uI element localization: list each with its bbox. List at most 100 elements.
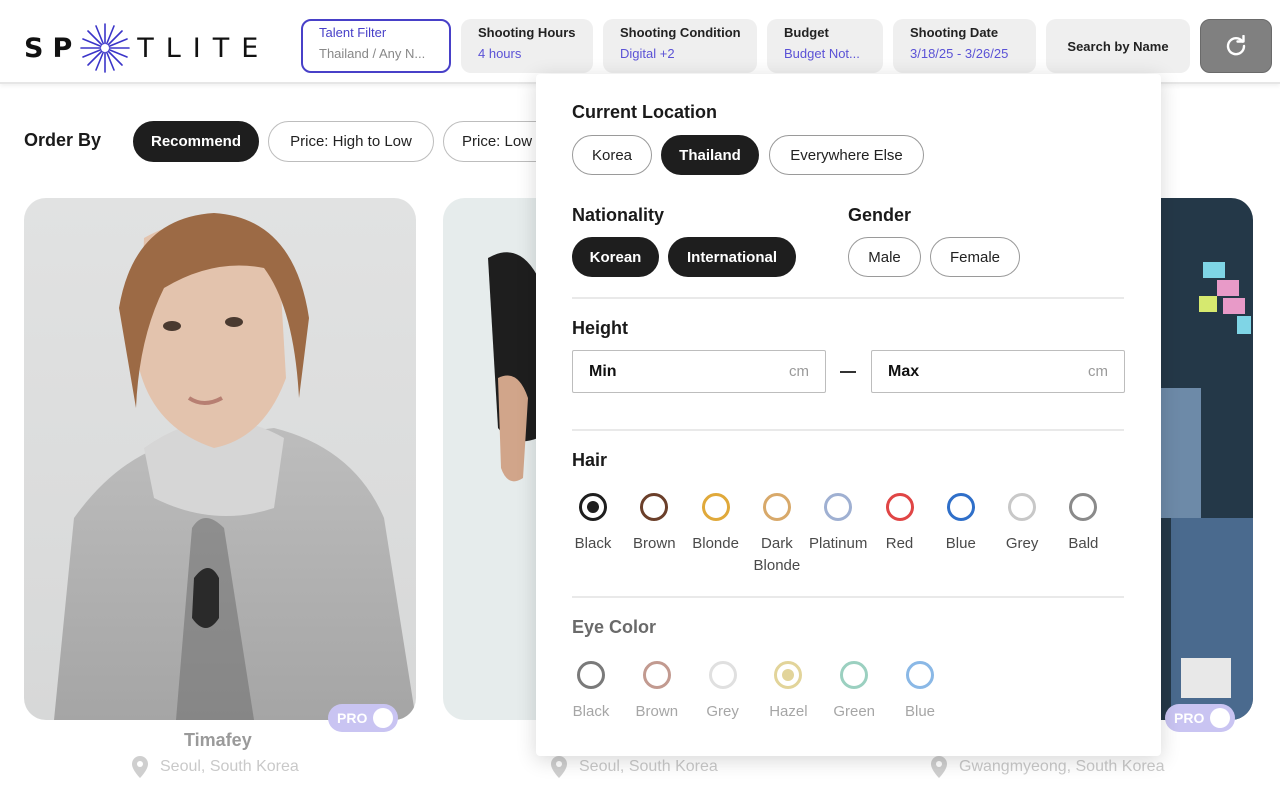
color-swatch-label: Brown (633, 535, 676, 552)
location-everywhere-else-chip[interactable]: Everywhere Else (769, 135, 924, 175)
divider (572, 297, 1124, 299)
hair-title: Hair (572, 450, 608, 470)
filter-value: 4 hours (478, 46, 522, 61)
filter-title: Shooting Hours (478, 25, 576, 40)
nationality-international-chip[interactable]: International (668, 237, 796, 277)
color-swatch-label: Brown (635, 703, 679, 720)
divider (572, 429, 1124, 431)
sun-burst-logo-icon (80, 23, 131, 73)
color-swatch-label: Green (833, 703, 876, 720)
color-swatch-ring (1069, 493, 1098, 521)
hair-swatch-blue[interactable]: Blue (926, 493, 996, 555)
logo-text-left: SP (24, 32, 82, 64)
filter-value: 3/18/25 - 3/26/25 (910, 46, 1009, 61)
color-swatch-ring (701, 493, 730, 521)
eye-swatch-grey[interactable]: Grey (688, 661, 758, 723)
hair-swatch-bald[interactable]: Bald (1048, 493, 1118, 555)
location-thailand-chip[interactable]: Thailand (661, 135, 759, 175)
height-min-input[interactable]: Min cm (572, 350, 826, 393)
color-swatch-ring (906, 661, 934, 689)
talent-card-photo[interactable] (24, 198, 416, 720)
nationality-korean-chip[interactable]: Korean (572, 237, 659, 277)
color-swatch-ring (708, 661, 737, 689)
color-swatch-label: Grey (1005, 535, 1039, 552)
hair-swatch-platinum[interactable]: Platinum (803, 493, 873, 555)
logo[interactable]: SP TLITE (24, 22, 270, 74)
height-unit: cm (1088, 363, 1108, 380)
range-dash (840, 371, 856, 373)
order-price-high-low-button[interactable]: Price: High to Low (268, 121, 434, 162)
logo-text-right: TLITE (137, 32, 271, 64)
talent-filter-button[interactable]: Talent Filter Thailand / Any N... (301, 19, 451, 73)
pro-badge: PRO (1165, 704, 1235, 732)
talent-name[interactable]: Timafey (184, 730, 252, 751)
color-swatch-label: Hazel (769, 703, 808, 720)
height-min-placeholder: Min (589, 362, 617, 380)
eye-swatch-green[interactable]: Green (819, 661, 889, 723)
color-swatch-label: Blue (904, 703, 936, 720)
hair-swatch-dark-blonde[interactable]: Dark Blonde (742, 493, 812, 577)
budget-filter-button[interactable]: Budget Budget Not... (767, 19, 883, 73)
location-korea-chip[interactable]: Korea (572, 135, 652, 175)
refresh-icon (1226, 35, 1246, 56)
color-swatch-label: Red (885, 535, 914, 552)
filter-value: Thailand / Any N... (319, 46, 426, 61)
order-by-label: Order By (24, 130, 102, 150)
pro-badge-label: PRO (337, 710, 368, 726)
hair-swatch-grey[interactable]: Grey (987, 493, 1057, 555)
talent-photo (24, 198, 416, 720)
hair-swatch-brown[interactable]: Brown (619, 493, 689, 555)
eye-swatch-hazel[interactable]: Hazel (753, 661, 823, 723)
filter-title: Shooting Condition (620, 25, 741, 40)
search-by-name-button[interactable]: Search by Name (1046, 19, 1190, 73)
color-swatch-label: Dark Blonde (753, 535, 801, 574)
talent-location-text: Seoul, South Korea (160, 758, 299, 775)
color-swatch-ring (640, 493, 669, 521)
header: SP TLITE Talent Filter Thailand / Any N.… (0, 0, 1280, 84)
color-swatch-ring (840, 661, 869, 689)
color-swatch-ring (885, 493, 914, 521)
talent-card-photo[interactable] (1161, 198, 1253, 720)
location-pin-icon (931, 756, 947, 778)
eye-color-title: Eye Color (572, 617, 657, 637)
location-pin-icon (132, 756, 148, 778)
hair-swatch-black[interactable]: Black (558, 493, 628, 555)
filter-value: Budget Not... (784, 46, 860, 61)
divider (572, 596, 1124, 598)
filter-value: Digital +2 (620, 46, 675, 61)
gender-female-chip[interactable]: Female (930, 237, 1020, 277)
height-max-input[interactable]: Max cm (871, 350, 1125, 393)
height-title: Height (572, 318, 628, 338)
current-location-title: Current Location (572, 102, 718, 122)
talent-location-text: Seoul, South Korea (579, 758, 718, 775)
eye-swatch-brown[interactable]: Brown (622, 661, 692, 723)
order-recommend-button[interactable]: Recommend (133, 121, 259, 162)
hair-swatch-blonde[interactable]: Blonde (681, 493, 751, 555)
gender-title: Gender (848, 205, 912, 225)
color-swatch-label: Blonde (692, 535, 739, 552)
reset-button[interactable] (1200, 19, 1272, 73)
color-swatch-ring (579, 493, 607, 521)
eye-swatch-blue[interactable]: Blue (885, 661, 955, 723)
filter-title: Shooting Date (910, 25, 999, 40)
shooting-hours-filter-button[interactable]: Shooting Hours 4 hours (461, 19, 593, 73)
talent-location: Seoul, South Korea (132, 756, 299, 778)
selected-dot (587, 501, 599, 513)
color-swatch-label: Bald (1068, 535, 1099, 552)
talent-location-text: Gwangmyeong, South Korea (959, 758, 1165, 775)
filter-title: Budget (784, 25, 829, 40)
hair-swatch-red[interactable]: Red (865, 493, 935, 555)
height-max-placeholder: Max (888, 362, 920, 380)
shooting-date-filter-button[interactable]: Shooting Date 3/18/25 - 3/26/25 (893, 19, 1036, 73)
color-swatch-ring (577, 661, 605, 689)
color-swatch-label: Black (574, 535, 612, 552)
selected-dot (782, 669, 795, 681)
talent-location: Gwangmyeong, South Korea (931, 756, 1164, 778)
page: SP TLITE Talent Filter Thailand / Any N.… (0, 0, 1280, 789)
color-swatch-ring (1008, 493, 1037, 521)
gender-male-chip[interactable]: Male (848, 237, 921, 277)
eye-swatch-black[interactable]: Black (556, 661, 626, 723)
height-unit: cm (789, 363, 809, 380)
color-swatch-ring (946, 493, 975, 521)
shooting-condition-filter-button[interactable]: Shooting Condition Digital +2 (603, 19, 757, 73)
